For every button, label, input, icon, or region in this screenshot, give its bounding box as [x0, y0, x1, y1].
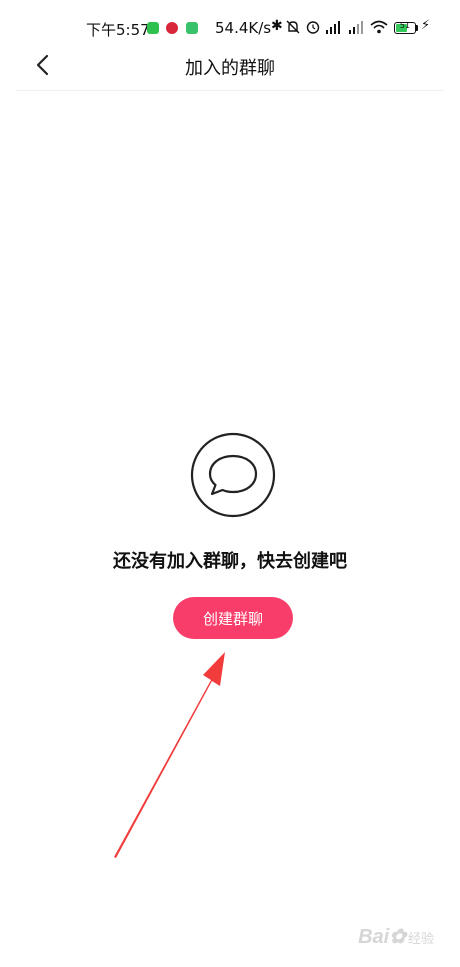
navigation-bar: 加入的群聊: [16, 40, 444, 91]
watermark-logo: Bai✿ 经验: [358, 924, 434, 949]
alarm-icon: [306, 21, 320, 34]
paw-icon: ✿: [389, 926, 406, 948]
app-icon: [166, 22, 178, 34]
signal-hd-icon: [349, 21, 363, 34]
app-icon: [186, 22, 198, 34]
signal-hd-icon: [326, 21, 340, 34]
status-time: 下午5:57: [86, 21, 150, 39]
watermark-text: Bai: [358, 926, 390, 948]
network-speed: 54.4K/s: [215, 19, 272, 37]
chat-bubble-icon: [190, 432, 276, 518]
empty-state-message: 还没有加入群聊，快去创建吧: [113, 551, 347, 572]
battery-cap: [416, 25, 418, 31]
create-group-button[interactable]: 创建群聊: [173, 597, 293, 639]
battery-icon: 51: [394, 21, 416, 34]
wifi-icon: [370, 20, 388, 34]
bluetooth-icon: ✱: [271, 18, 283, 34]
watermark-suffix: 经验: [407, 931, 434, 946]
battery-level: 51: [399, 21, 411, 30]
page-title: 加入的群聊: [185, 58, 275, 78]
mute-icon: [286, 20, 300, 34]
charging-icon: ⚡: [421, 18, 431, 33]
wechat-icon: [147, 22, 159, 34]
